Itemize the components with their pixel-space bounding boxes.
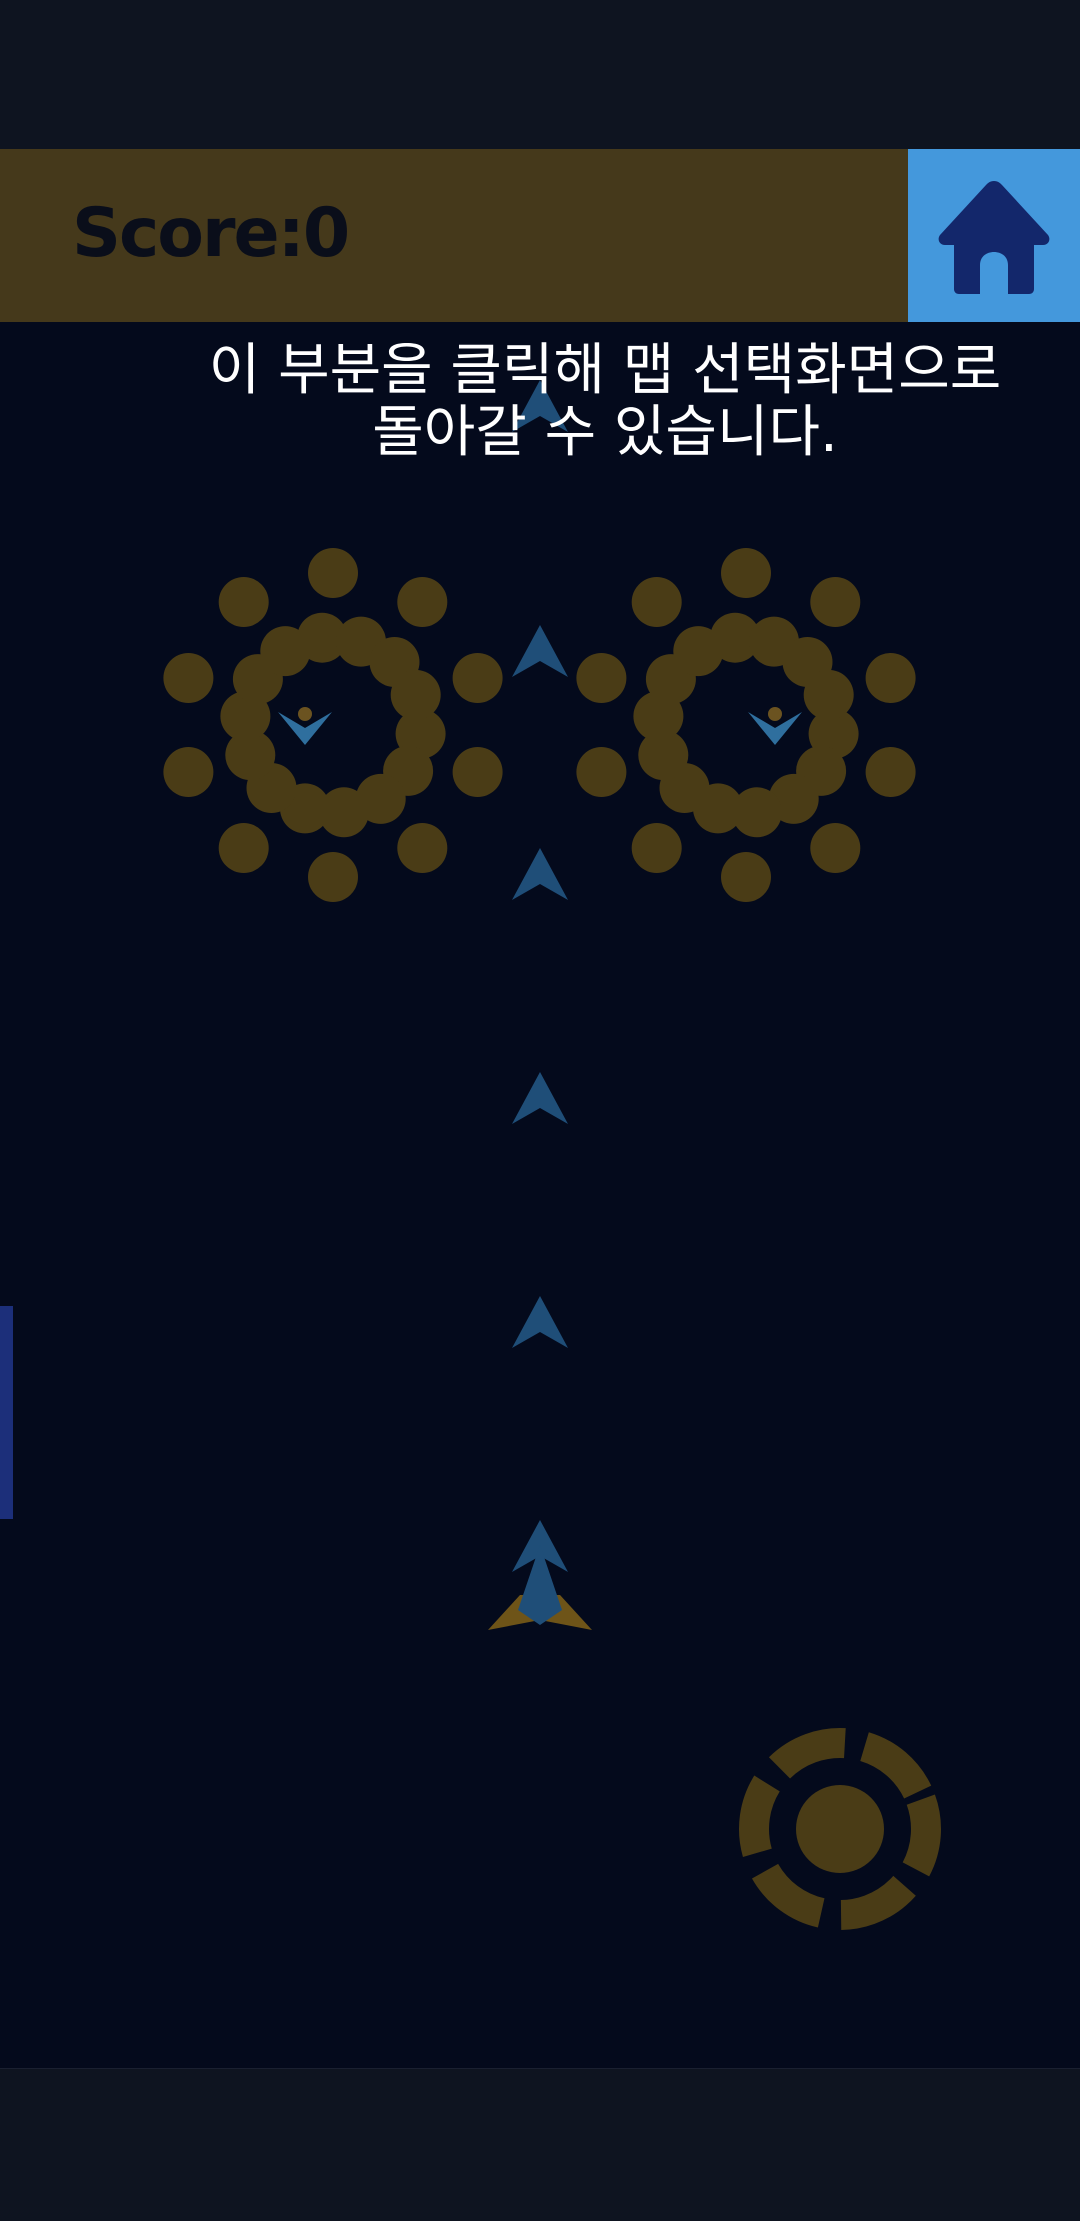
enemy-orb [218,577,269,627]
enemy-orb [576,747,627,797]
side-indicator [0,1306,13,1519]
enemy-orb [631,823,682,873]
player-bullet [512,1072,568,1124]
enemy-orb [397,577,448,627]
home-button[interactable] [908,149,1080,322]
enemy-ship-right [748,707,802,745]
player-bullet [512,848,568,900]
enemy-orb [308,548,358,598]
enemy-orb [576,653,627,703]
enemy-orb [218,823,269,873]
enemy-orb [452,747,503,797]
enemy-ship-left [278,707,332,745]
enemy-orb [803,669,854,720]
enemy-orb [810,577,861,627]
enemy-orb [163,747,214,797]
player-bullet [512,625,568,677]
score-display: Score:0 [72,184,350,284]
enemy-orb [865,747,916,797]
enemy-orb [397,823,448,873]
player-bullet [512,1296,568,1348]
enemy-orb [631,577,682,627]
game-scene [163,210,950,1939]
enemy-orb [163,653,214,703]
enemy-orb [308,852,358,902]
enemy-orb [810,823,861,873]
enemy-orb [452,653,503,703]
enemy-orb [721,548,771,598]
enemy-orb [390,669,441,720]
enemy-orb [721,852,771,902]
score-value: 0 [302,194,350,273]
hint-text: 이 부분을 클릭해 맵 선택화면으로 돌아갈 수 있습니다. [208,338,1002,465]
home-icon [938,180,1050,294]
score-label: Score: [72,194,305,273]
fire-button[interactable] [730,1719,950,1939]
navigation-bar [0,2068,1080,2221]
crosshair-icon [796,1785,884,1873]
enemy-orb [865,653,916,703]
player-ship[interactable] [488,1545,592,1630]
